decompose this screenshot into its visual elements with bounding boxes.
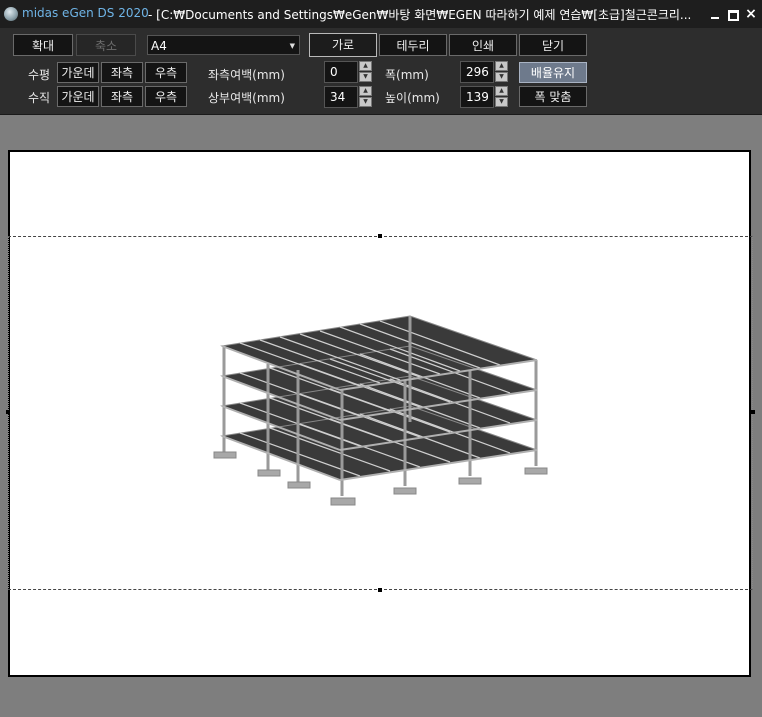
border-button[interactable]: 테두리 bbox=[379, 34, 447, 56]
increment-arrow-icon[interactable]: ▲ bbox=[359, 61, 372, 71]
decrement-arrow-icon[interactable]: ▼ bbox=[495, 72, 508, 82]
dropdown-arrow-icon: ▼ bbox=[289, 42, 295, 50]
increment-arrow-icon[interactable]: ▲ bbox=[495, 86, 508, 96]
resize-handle[interactable] bbox=[6, 410, 10, 414]
paper-size-value: A4 bbox=[151, 39, 167, 53]
h-right-button[interactable]: 우측 bbox=[145, 62, 187, 83]
print-button[interactable]: 인쇄 bbox=[449, 34, 517, 56]
close-button[interactable]: 닫기 bbox=[519, 34, 587, 56]
status-bar bbox=[0, 682, 762, 717]
increment-arrow-icon[interactable]: ▲ bbox=[359, 86, 372, 96]
top-margin-input[interactable]: 34 bbox=[324, 86, 358, 108]
width-input[interactable]: 296 bbox=[460, 61, 494, 83]
vertical-label: 수직 bbox=[28, 91, 51, 105]
top-margin-label: 상부여백(mm) bbox=[208, 91, 285, 105]
height-input[interactable]: 139 bbox=[460, 86, 494, 108]
height-label: 높이(mm) bbox=[385, 91, 440, 105]
zoom-out-button[interactable]: 축소 bbox=[76, 34, 136, 56]
increment-arrow-icon[interactable]: ▲ bbox=[495, 61, 508, 71]
fit-width-button[interactable]: 폭 맞춤 bbox=[519, 86, 587, 107]
v-left-button[interactable]: 좌측 bbox=[101, 86, 143, 107]
h-center-button[interactable]: 가운데 bbox=[57, 62, 99, 83]
resize-handle[interactable] bbox=[378, 588, 382, 592]
app-name: midas eGen DS 2020 bbox=[22, 6, 149, 20]
maximize-icon[interactable] bbox=[725, 6, 741, 22]
left-margin-input[interactable]: 0 bbox=[324, 61, 358, 83]
v-right-button[interactable]: 우측 bbox=[145, 86, 187, 107]
resize-handle[interactable] bbox=[378, 234, 382, 238]
h-left-button[interactable]: 좌측 bbox=[101, 62, 143, 83]
minimize-icon[interactable] bbox=[707, 6, 723, 22]
app-logo-icon bbox=[4, 7, 18, 21]
left-margin-label: 좌측여백(mm) bbox=[208, 68, 285, 82]
decrement-arrow-icon[interactable]: ▼ bbox=[495, 97, 508, 107]
landscape-button[interactable]: 가로 bbox=[309, 33, 377, 57]
decrement-arrow-icon[interactable]: ▼ bbox=[359, 97, 372, 107]
width-label: 폭(mm) bbox=[385, 68, 429, 82]
keep-ratio-button[interactable]: 배율유지 bbox=[519, 62, 587, 83]
close-icon[interactable]: × bbox=[743, 6, 759, 22]
zoom-in-button[interactable]: 확대 bbox=[13, 34, 73, 56]
paper-size-select[interactable]: A4 ▼ bbox=[147, 35, 300, 55]
title-bar: midas eGen DS 2020 - [C:₩Documents and S… bbox=[0, 0, 762, 28]
horizontal-label: 수평 bbox=[28, 68, 51, 82]
decrement-arrow-icon[interactable]: ▼ bbox=[359, 72, 372, 82]
building-model-image bbox=[213, 315, 548, 506]
document-path: - [C:₩Documents and Settings₩eGen₩바탕 화면₩… bbox=[148, 8, 692, 22]
print-preview-toolbar: 확대 축소 A4 ▼ 가로 테두리 인쇄 닫기 수평 가운데 좌측 우측 좌측여… bbox=[0, 28, 762, 115]
resize-handle[interactable] bbox=[751, 410, 755, 414]
v-center-button[interactable]: 가운데 bbox=[57, 86, 99, 107]
